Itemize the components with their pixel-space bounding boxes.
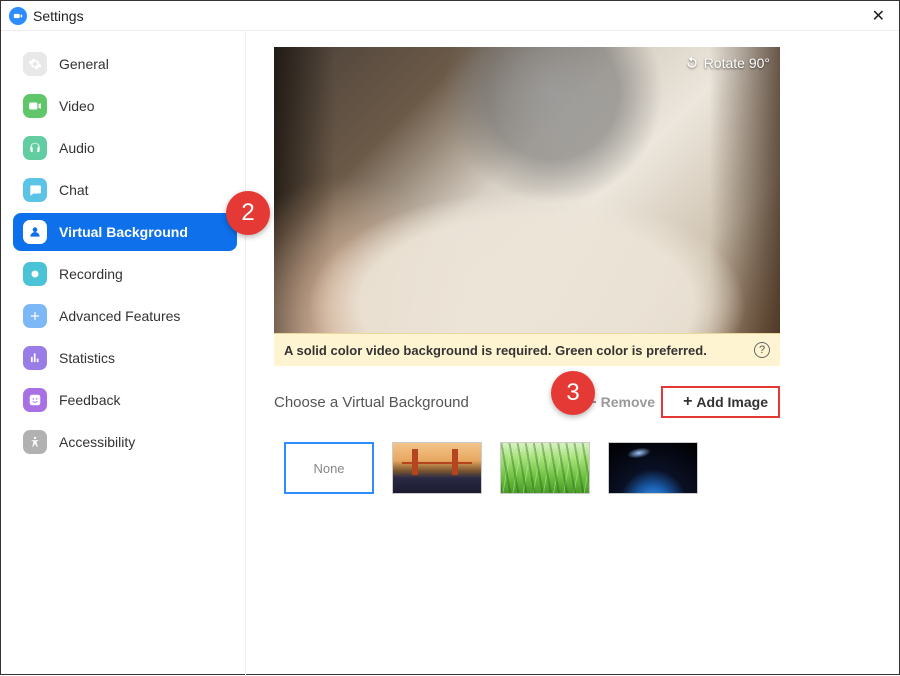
add-image-button[interactable]: + Add Image — [673, 388, 778, 416]
sidebar-label: Virtual Background — [59, 224, 188, 240]
accessibility-icon — [23, 430, 47, 454]
video-preview: Rotate 90° — [274, 47, 780, 333]
thumb-grass[interactable] — [500, 442, 590, 494]
thumb-golden-gate[interactable] — [392, 442, 482, 494]
user-background-icon — [23, 220, 47, 244]
settings-sidebar: General Video Audio Chat Virtual Backgro… — [1, 31, 246, 676]
sidebar-label: Chat — [59, 182, 89, 198]
sidebar-item-statistics[interactable]: Statistics — [13, 339, 237, 377]
close-button[interactable]: ✕ — [866, 6, 891, 26]
bar-chart-icon — [23, 346, 47, 370]
window-title: Settings — [33, 8, 84, 24]
titlebar: Settings ✕ — [1, 1, 899, 31]
sidebar-label: Recording — [59, 266, 123, 282]
thumb-earth[interactable] — [608, 442, 698, 494]
sidebar-label: General — [59, 56, 109, 72]
sidebar-item-virtual-background[interactable]: Virtual Background — [13, 213, 237, 251]
sidebar-item-general[interactable]: General — [13, 45, 237, 83]
annotation-callout-2: 2 — [226, 191, 270, 235]
rotate-icon — [684, 55, 700, 71]
annotation-callout-3: 3 — [551, 371, 595, 415]
chat-icon — [23, 178, 47, 202]
sidebar-item-feedback[interactable]: Feedback — [13, 381, 237, 419]
sidebar-label: Feedback — [59, 392, 120, 408]
rotate-label: Rotate 90° — [704, 55, 770, 71]
sidebar-item-chat[interactable]: Chat — [13, 171, 237, 209]
sidebar-item-recording[interactable]: Recording — [13, 255, 237, 293]
sidebar-label: Statistics — [59, 350, 115, 366]
warning-text: A solid color video background is requir… — [284, 343, 707, 358]
sidebar-item-video[interactable]: Video — [13, 87, 237, 125]
sidebar-item-advanced-features[interactable]: Advanced Features — [13, 297, 237, 335]
sidebar-item-accessibility[interactable]: Accessibility — [13, 423, 237, 461]
help-icon[interactable]: ? — [754, 342, 770, 358]
choose-background-label: Choose a Virtual Background — [274, 394, 469, 411]
plus-icon: + — [683, 395, 692, 409]
warning-banner: A solid color video background is requir… — [274, 333, 780, 366]
plus-icon — [23, 304, 47, 328]
sidebar-label: Video — [59, 98, 95, 114]
remove-label: Remove — [601, 394, 655, 410]
headphones-icon — [23, 136, 47, 160]
sidebar-label: Accessibility — [59, 434, 135, 450]
background-thumbnails: None — [274, 432, 780, 504]
sidebar-item-audio[interactable]: Audio — [13, 129, 237, 167]
main-panel: Rotate 90° A solid color video backgroun… — [246, 31, 899, 676]
record-icon — [23, 262, 47, 286]
add-image-label: Add Image — [696, 394, 768, 410]
video-icon — [23, 94, 47, 118]
smile-icon — [23, 388, 47, 412]
app-icon — [9, 7, 27, 25]
rotate-button[interactable]: Rotate 90° — [684, 55, 770, 71]
sidebar-label: Advanced Features — [59, 308, 180, 324]
gear-icon — [23, 52, 47, 76]
thumb-none-label: None — [313, 461, 344, 476]
thumb-none[interactable]: None — [284, 442, 374, 494]
sidebar-label: Audio — [59, 140, 95, 156]
